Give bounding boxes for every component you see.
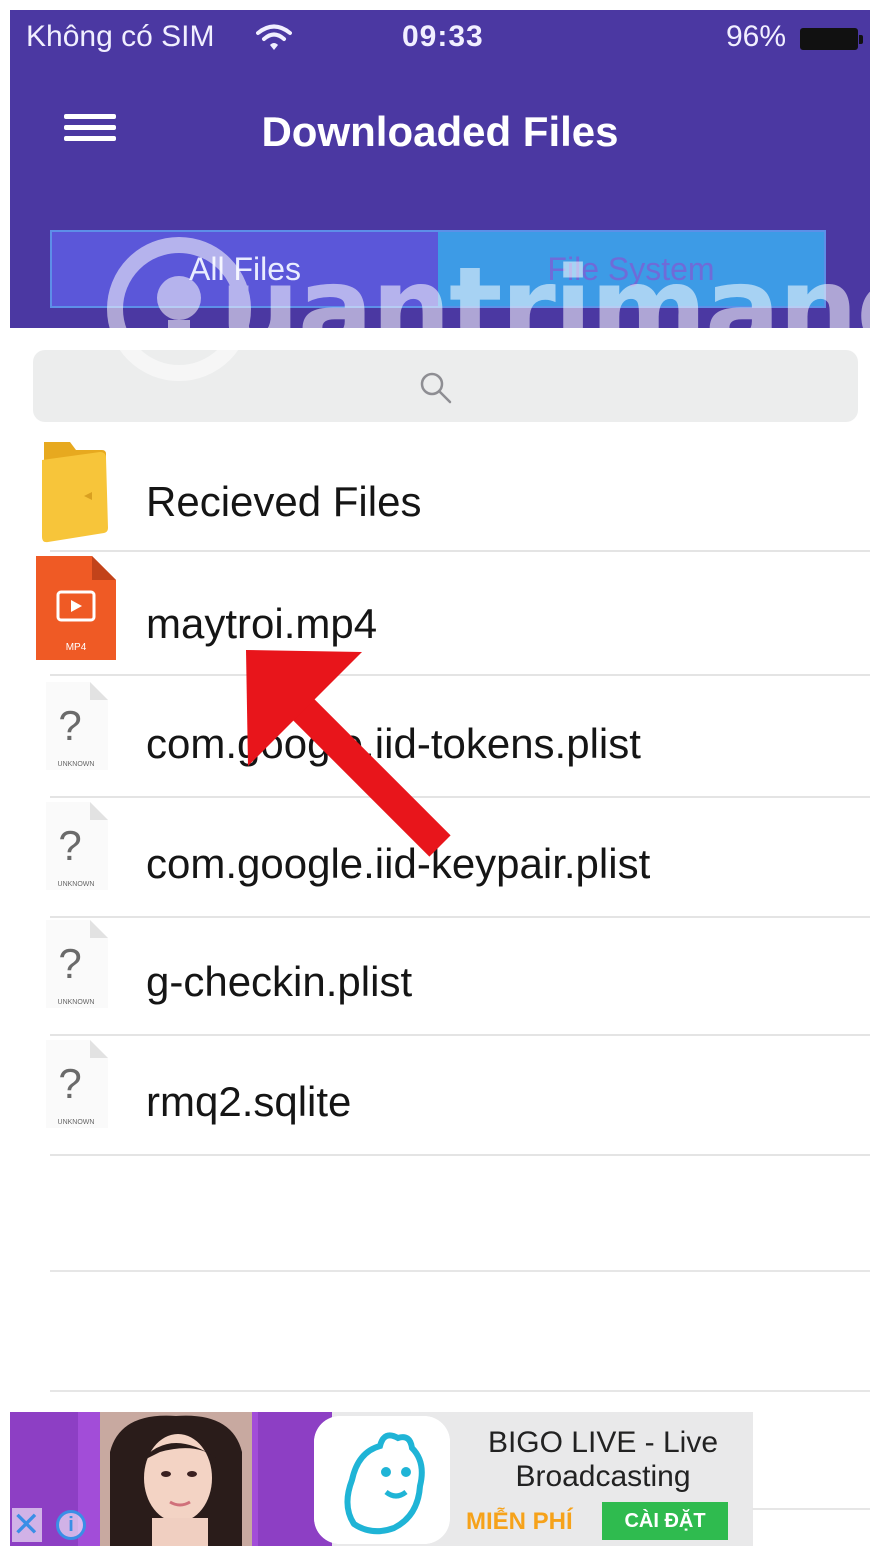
file-row-iid-keypair[interactable]: ? UNKNOWN com.google.iid-keypair.plist bbox=[0, 798, 870, 918]
file-row-recieved-files[interactable]: Recieved Files bbox=[0, 440, 870, 552]
battery-percent: 96% bbox=[726, 20, 787, 53]
ad-info-icon[interactable]: i bbox=[56, 1510, 86, 1540]
file-name: Recieved Files bbox=[146, 478, 422, 525]
file-name: rmq2.sqlite bbox=[146, 1078, 352, 1125]
wifi-icon bbox=[256, 24, 292, 50]
carrier-label: Không có SIM bbox=[26, 20, 215, 53]
file-row-rmq2[interactable]: ? UNKNOWN rmq2.sqlite bbox=[0, 1036, 870, 1156]
segmented-control: All Files File System bbox=[50, 230, 826, 308]
unknown-file-icon: ? UNKNOWN bbox=[46, 682, 108, 770]
svg-text:?: ? bbox=[58, 702, 81, 749]
video-file-icon: MP4 bbox=[36, 556, 116, 660]
battery-icon bbox=[800, 28, 863, 50]
ad-install-button[interactable]: CÀI ĐẶT bbox=[602, 1502, 728, 1540]
tab-file-system[interactable]: File System bbox=[438, 232, 824, 306]
bigo-app-icon bbox=[314, 1416, 450, 1544]
row-divider bbox=[50, 1390, 870, 1392]
row-divider bbox=[50, 674, 870, 676]
file-name: maytroi.mp4 bbox=[146, 600, 378, 647]
ad-title: BIGO LIVE - Live bbox=[487, 1426, 719, 1459]
status-time: 09:33 bbox=[402, 20, 484, 53]
file-row-g-checkin[interactable]: ? UNKNOWN g-checkin.plist bbox=[0, 916, 870, 1036]
file-type-label: UNKNOWN bbox=[58, 1119, 95, 1126]
row-divider bbox=[50, 1270, 870, 1272]
unknown-file-icon: ? UNKNOWN bbox=[46, 920, 108, 1008]
svg-text:?: ? bbox=[58, 1060, 81, 1107]
ad-banner[interactable]: BIGO LIVE - Live Broadcasting MIỄN PHÍ C… bbox=[10, 1412, 753, 1546]
app-header: Không có SIM 09:33 96% Downloaded Files … bbox=[10, 10, 870, 328]
file-type-label: MP4 bbox=[66, 642, 87, 653]
unknown-file-icon: ? UNKNOWN bbox=[46, 802, 108, 890]
file-type-label: UNKNOWN bbox=[58, 881, 95, 888]
unknown-file-icon: ? UNKNOWN bbox=[46, 1040, 108, 1128]
file-row-iid-tokens[interactable]: ? UNKNOWN com.google.iid-tokens.plist bbox=[0, 678, 870, 798]
status-bar: Không có SIM 09:33 96% bbox=[10, 10, 870, 66]
file-name: com.google.iid-tokens.plist bbox=[146, 720, 641, 767]
row-divider bbox=[50, 550, 870, 552]
tab-all-files[interactable]: All Files bbox=[52, 232, 438, 306]
svg-text:?: ? bbox=[58, 940, 81, 987]
ad-subtitle: Broadcasting bbox=[515, 1460, 691, 1493]
svg-text:?: ? bbox=[58, 822, 81, 869]
ad-close-icon[interactable]: ✕ bbox=[12, 1508, 42, 1542]
ad-photo bbox=[100, 1412, 252, 1546]
file-type-label: UNKNOWN bbox=[58, 999, 95, 1006]
screen: Không có SIM 09:33 96% Downloaded Files … bbox=[0, 0, 870, 1546]
page-title: Downloaded Files bbox=[261, 108, 619, 155]
file-name: com.google.iid-keypair.plist bbox=[146, 840, 651, 887]
file-row-maytroi[interactable]: MP4 maytroi.mp4 bbox=[0, 556, 870, 676]
file-type-label: UNKNOWN bbox=[58, 761, 95, 768]
row-divider bbox=[752, 1508, 870, 1510]
file-name: g-checkin.plist bbox=[146, 958, 413, 1005]
folder-icon bbox=[42, 442, 108, 543]
search-icon bbox=[420, 372, 452, 404]
ad-free-label: MIỄN PHÍ bbox=[466, 1508, 573, 1535]
row-divider bbox=[50, 1154, 870, 1156]
